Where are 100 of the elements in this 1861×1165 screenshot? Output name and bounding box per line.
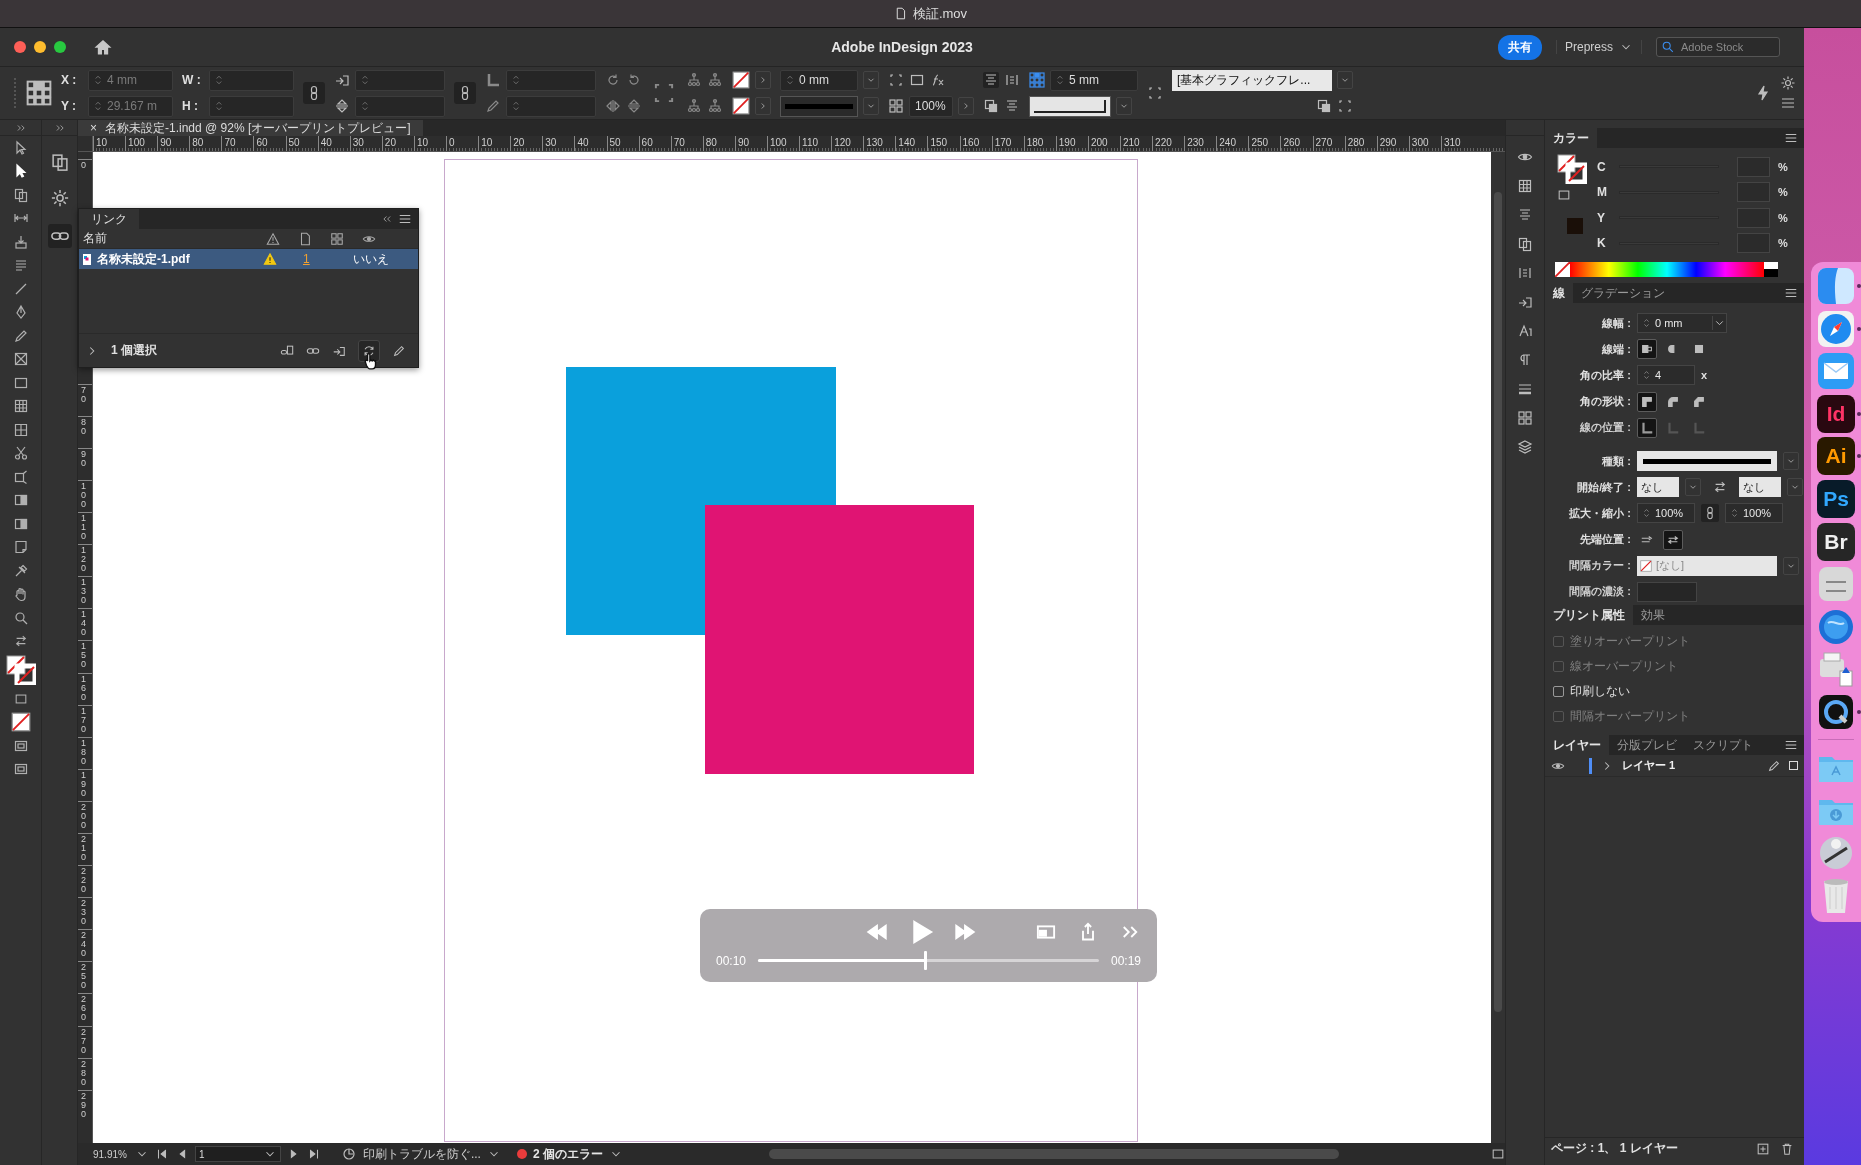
stroke-weight-field[interactable]: 0 mm bbox=[780, 69, 858, 91]
chain-icon[interactable] bbox=[454, 82, 476, 104]
selection-square[interactable] bbox=[1789, 761, 1798, 771]
swap-icon[interactable] bbox=[13, 634, 28, 649]
minimize-button[interactable] bbox=[34, 41, 46, 53]
fill-stroke-swatch[interactable] bbox=[5, 655, 36, 685]
page-field[interactable]: 1 bbox=[194, 1146, 281, 1162]
scale-y-field[interactable] bbox=[355, 95, 445, 117]
frame-dropdown[interactable] bbox=[1029, 95, 1111, 117]
cap-button[interactable] bbox=[1637, 339, 1657, 360]
channel-field[interactable] bbox=[1737, 156, 1770, 177]
flip-icon[interactable] bbox=[605, 98, 621, 114]
menu-icon[interactable] bbox=[1784, 286, 1798, 300]
align-icon[interactable] bbox=[1004, 98, 1020, 114]
scale-field[interactable]: 100% bbox=[1725, 503, 1783, 524]
align-icon[interactable] bbox=[1517, 206, 1533, 223]
overprint-icon[interactable] bbox=[330, 231, 344, 246]
tree-icon[interactable] bbox=[707, 72, 723, 88]
preflight-profile[interactable]: 印刷トラブルを防ぐ... bbox=[362, 1145, 481, 1163]
none-swatch[interactable] bbox=[1555, 262, 1570, 277]
fill-swatch[interactable] bbox=[732, 71, 750, 89]
scrollbar-thumb[interactable] bbox=[1494, 192, 1502, 1012]
stock-search-field[interactable]: Adobe Stock bbox=[1656, 37, 1780, 57]
close-button[interactable] bbox=[14, 41, 26, 53]
layer-row[interactable]: レイヤー 1 bbox=[1545, 755, 1804, 778]
panel-tab[interactable]: スクリプト bbox=[1685, 735, 1761, 756]
layers-icon[interactable] bbox=[1517, 438, 1533, 455]
dropdown-icon[interactable] bbox=[1712, 316, 1726, 331]
trash-icon[interactable] bbox=[1780, 1141, 1794, 1156]
spacing-icon[interactable] bbox=[1029, 72, 1045, 88]
wrap-icon[interactable] bbox=[983, 98, 999, 114]
menu-icon[interactable] bbox=[398, 212, 412, 226]
transform-icon[interactable] bbox=[12, 468, 29, 485]
fill-stroke-swatch[interactable] bbox=[1557, 154, 1587, 184]
menu-icon[interactable] bbox=[1784, 131, 1798, 145]
expand-icon[interactable] bbox=[54, 122, 65, 133]
share-button[interactable]: 共有 bbox=[1497, 34, 1542, 60]
grid-icon[interactable] bbox=[12, 421, 29, 438]
grid-icon[interactable] bbox=[1517, 177, 1533, 194]
panel-tab[interactable]: 分版プレビ bbox=[1609, 735, 1685, 756]
x-field[interactable]: 4 mm bbox=[88, 69, 173, 91]
line-style-dropdown[interactable] bbox=[780, 95, 858, 117]
opacity-field[interactable]: 100% bbox=[909, 95, 953, 117]
container-icon[interactable] bbox=[13, 691, 28, 706]
opacity-icon[interactable] bbox=[888, 98, 904, 114]
panel-tab[interactable]: 効果 bbox=[1633, 605, 1673, 626]
pages-icon[interactable] bbox=[1517, 235, 1533, 252]
panel-tab[interactable]: プリント属性 bbox=[1545, 605, 1633, 626]
app-icon[interactable]: Ai bbox=[1817, 437, 1855, 476]
tree-icon[interactable] bbox=[707, 98, 723, 114]
zoom-icon[interactable] bbox=[12, 609, 29, 626]
shear-field[interactable] bbox=[506, 95, 596, 117]
align-icon[interactable] bbox=[983, 72, 999, 88]
reference-point-icon[interactable] bbox=[26, 80, 52, 106]
scale-icon[interactable] bbox=[334, 98, 350, 114]
workspace-dropdown[interactable]: Prepress bbox=[1555, 40, 1642, 54]
angle-icon[interactable] bbox=[485, 72, 501, 88]
pages-panel-icon[interactable] bbox=[49, 152, 70, 172]
panel-tab[interactable]: レイヤー bbox=[1545, 735, 1609, 756]
channel-field[interactable] bbox=[1737, 182, 1770, 203]
checkbox[interactable] bbox=[1553, 686, 1564, 698]
cc-libraries-icon[interactable] bbox=[49, 188, 70, 208]
spacing-field[interactable]: 5 mm bbox=[1050, 69, 1138, 91]
shear-icon[interactable] bbox=[485, 98, 501, 114]
panel-tab[interactable]: グラデーション bbox=[1573, 283, 1673, 303]
page-icon[interactable] bbox=[298, 231, 312, 246]
bolt-icon[interactable] bbox=[1755, 85, 1771, 101]
rotate-icon[interactable] bbox=[605, 72, 621, 88]
effects-icon[interactable] bbox=[930, 72, 946, 88]
zoom-level[interactable]: 91.91% bbox=[93, 1148, 127, 1160]
link-row[interactable]: 名称未設定-1.pdf 1 いいえ bbox=[79, 249, 418, 269]
app-icon[interactable]: Ps bbox=[1817, 479, 1855, 518]
apply-none-swatch[interactable] bbox=[10, 712, 31, 733]
swatches-icon[interactable] bbox=[1517, 409, 1533, 426]
scale-icon[interactable] bbox=[334, 72, 350, 88]
close-button[interactable]: × bbox=[90, 121, 97, 135]
table-icon[interactable] bbox=[12, 398, 29, 415]
preflight-icon[interactable] bbox=[340, 1146, 357, 1162]
edit-icon[interactable] bbox=[392, 343, 406, 358]
fit-icon[interactable] bbox=[888, 72, 904, 88]
value-field[interactable]: 4 bbox=[1637, 365, 1695, 386]
object-style-icon[interactable] bbox=[1147, 85, 1163, 101]
h-field[interactable] bbox=[209, 95, 294, 117]
expand-icon[interactable] bbox=[15, 122, 26, 133]
stroke-type-dropdown[interactable] bbox=[1637, 451, 1777, 472]
error-count[interactable]: 2 個のエラー bbox=[532, 1145, 603, 1163]
paragraph-icon[interactable] bbox=[1517, 351, 1533, 368]
scrollbar-thumb[interactable] bbox=[768, 1149, 1339, 1159]
columns-icon[interactable] bbox=[1004, 72, 1020, 88]
character-icon[interactable] bbox=[1517, 322, 1533, 339]
rotation-field[interactable] bbox=[506, 69, 596, 91]
app-icon[interactable]: Br bbox=[1817, 522, 1855, 561]
pages-icon[interactable] bbox=[12, 186, 29, 203]
corner-button[interactable] bbox=[1637, 391, 1657, 412]
compass-icon[interactable] bbox=[1816, 308, 1856, 349]
start-dropdown[interactable]: なし bbox=[1637, 477, 1679, 498]
color-swatch[interactable] bbox=[1567, 218, 1583, 234]
relink-icon[interactable] bbox=[280, 343, 294, 358]
split-icon[interactable] bbox=[1491, 1147, 1505, 1161]
new-layer-icon[interactable] bbox=[1756, 1141, 1770, 1156]
